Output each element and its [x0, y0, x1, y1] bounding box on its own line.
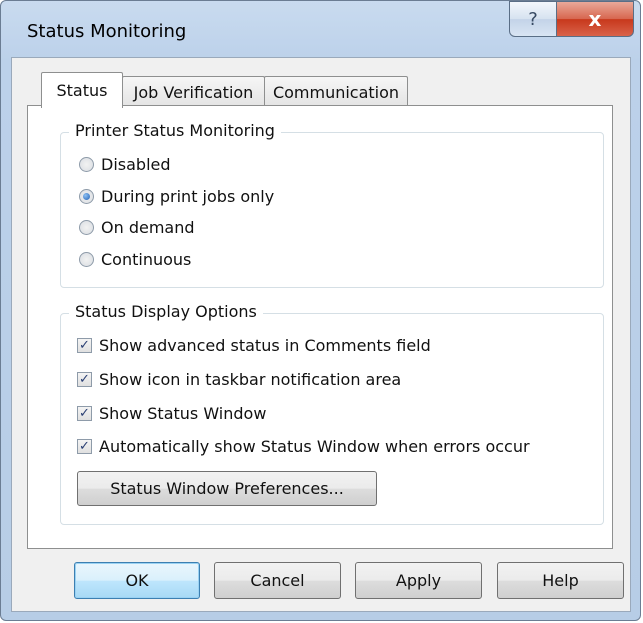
tab-status-label: Status [56, 81, 108, 100]
dialog-window: Status Monitoring ? x Status Job Verific… [0, 0, 641, 621]
title-help-button[interactable]: ? [509, 1, 557, 37]
radio-during-print-jobs-label: During print jobs only [101, 187, 275, 206]
help-button-label: Help [542, 571, 579, 590]
status-display-options-legend: Status Display Options [69, 302, 263, 321]
close-button[interactable]: x [556, 1, 634, 37]
help-button[interactable]: Help [497, 562, 624, 599]
close-icon: x [588, 7, 602, 31]
radio-on-demand-label: On demand [101, 218, 195, 237]
ok-button-label: OK [125, 571, 149, 590]
radio-disabled-label: Disabled [101, 155, 171, 174]
checkbox-show-status-window[interactable]: ✓ Show Status Window [77, 404, 266, 423]
ok-button[interactable]: OK [74, 562, 200, 599]
checkbox-checked-icon[interactable]: ✓ [77, 372, 92, 387]
tab-job-verification[interactable]: Job Verification [122, 76, 265, 108]
printer-status-group: Printer Status Monitoring Disabled Durin… [60, 121, 604, 288]
checkbox-checked-icon[interactable]: ✓ [77, 439, 92, 454]
checkbox-auto-show-on-errors[interactable]: ✓ Automatically show Status Window when … [77, 437, 530, 456]
tab-communication-label: Communication [272, 83, 400, 102]
cancel-button-label: Cancel [250, 571, 305, 590]
title-bar[interactable]: Status Monitoring ? x [1, 1, 640, 61]
checkbox-checked-icon[interactable]: ✓ [77, 338, 92, 353]
checkbox-show-taskbar-icon[interactable]: ✓ Show icon in taskbar notification area [77, 370, 401, 389]
radio-button[interactable] [79, 220, 94, 235]
checkbox-show-advanced-status-label: Show advanced status in Comments field [99, 336, 431, 355]
radio-button[interactable] [79, 157, 94, 172]
status-tab-panel: Printer Status Monitoring Disabled Durin… [27, 105, 613, 549]
status-display-options-group: Status Display Options ✓ Show advanced s… [60, 302, 604, 525]
radio-disabled[interactable]: Disabled [79, 155, 171, 174]
radio-during-print-jobs[interactable]: During print jobs only [79, 187, 274, 206]
apply-button[interactable]: Apply [355, 562, 482, 599]
tab-communication[interactable]: Communication [264, 76, 408, 108]
help-icon: ? [528, 8, 538, 30]
checkbox-auto-show-on-errors-label: Automatically show Status Window when er… [99, 437, 530, 456]
cancel-button[interactable]: Cancel [214, 562, 341, 599]
apply-button-label: Apply [395, 571, 442, 590]
checkbox-show-status-window-label: Show Status Window [99, 404, 267, 423]
radio-button[interactable] [79, 252, 94, 267]
window-title: Status Monitoring [27, 21, 187, 42]
checkbox-show-taskbar-icon-label: Show icon in taskbar notification area [99, 370, 402, 389]
radio-continuous-label: Continuous [101, 250, 192, 269]
radio-continuous[interactable]: Continuous [79, 250, 191, 269]
radio-button-selected[interactable] [79, 189, 94, 204]
radio-on-demand[interactable]: On demand [79, 218, 195, 237]
checkbox-checked-icon[interactable]: ✓ [77, 406, 92, 421]
status-window-preferences-button[interactable]: Status Window Preferences... [77, 471, 377, 506]
tab-job-verification-label: Job Verification [133, 83, 254, 102]
tab-status[interactable]: Status [41, 72, 123, 108]
status-window-preferences-label: Status Window Preferences... [110, 479, 344, 498]
checkbox-show-advanced-status[interactable]: ✓ Show advanced status in Comments field [77, 336, 431, 355]
printer-status-legend: Printer Status Monitoring [69, 121, 281, 140]
